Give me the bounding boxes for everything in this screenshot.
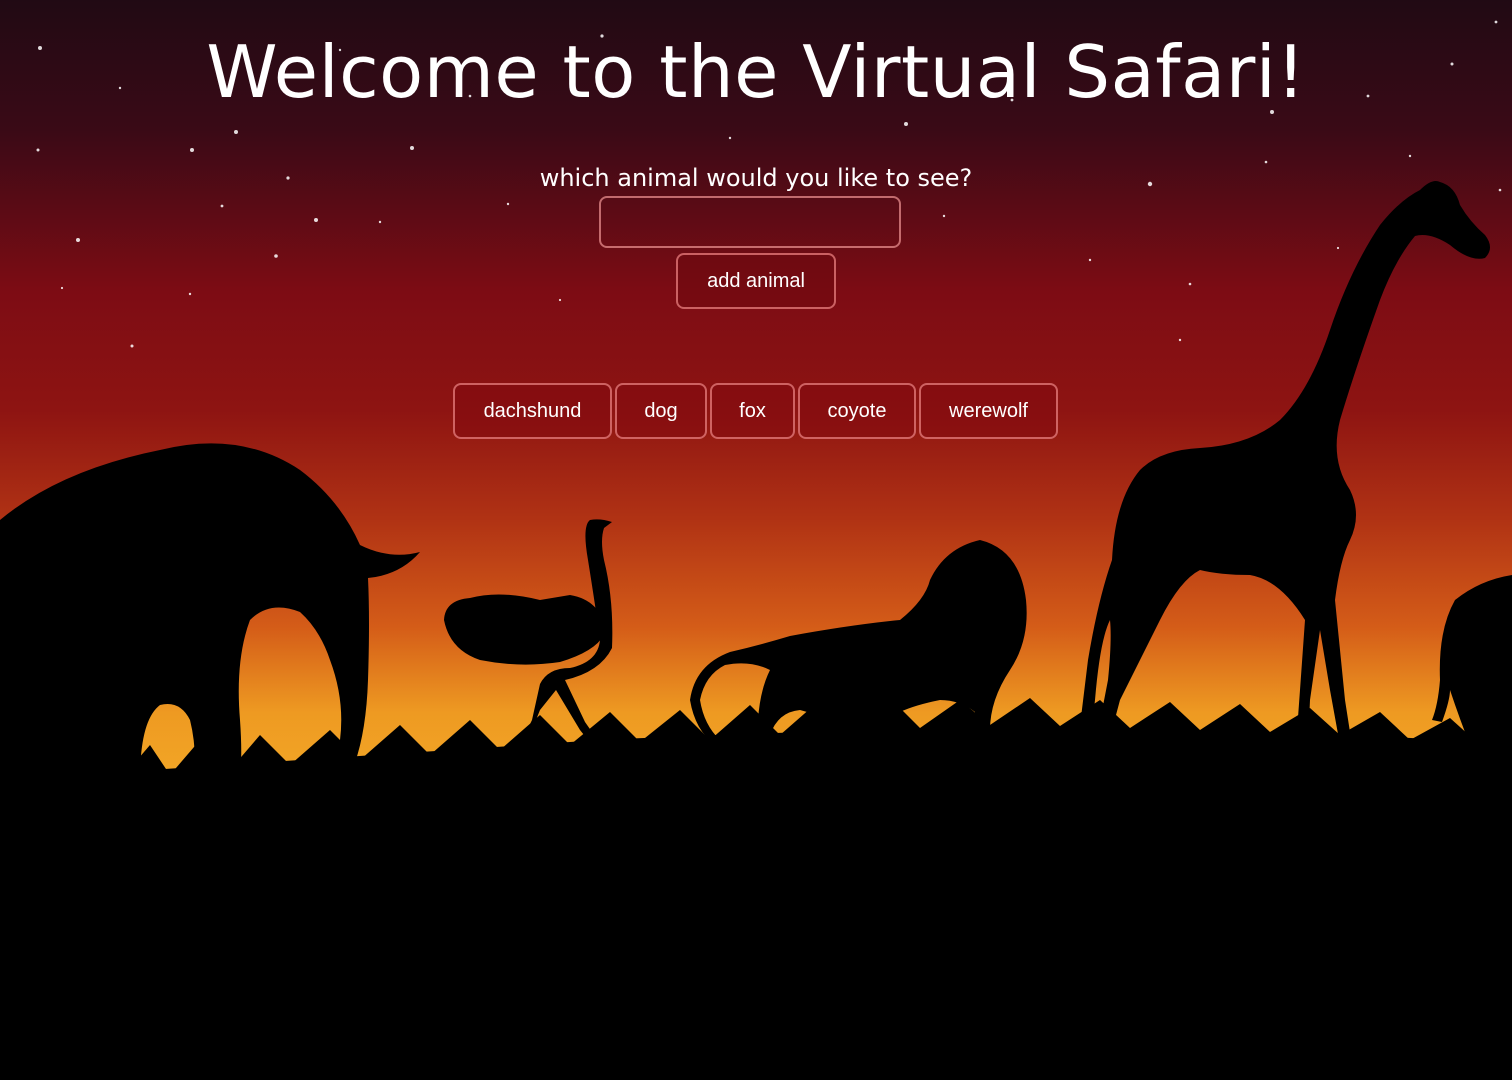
- animal-prompt: which animal would you like to see?: [539, 164, 973, 192]
- animal-input[interactable]: [599, 196, 901, 248]
- animal-button-fox[interactable]: fox: [710, 383, 795, 439]
- animal-button-werewolf[interactable]: werewolf: [919, 383, 1058, 439]
- add-animal-button[interactable]: add animal: [676, 253, 836, 309]
- animal-button-dog[interactable]: dog: [615, 383, 707, 439]
- animal-list: dachshund dog fox coyote werewolf: [0, 383, 1512, 439]
- animal-button-dachshund[interactable]: dachshund: [453, 383, 612, 439]
- animal-button-coyote[interactable]: coyote: [798, 383, 916, 439]
- page-title: Welcome to the Virtual Safari!: [206, 30, 1306, 114]
